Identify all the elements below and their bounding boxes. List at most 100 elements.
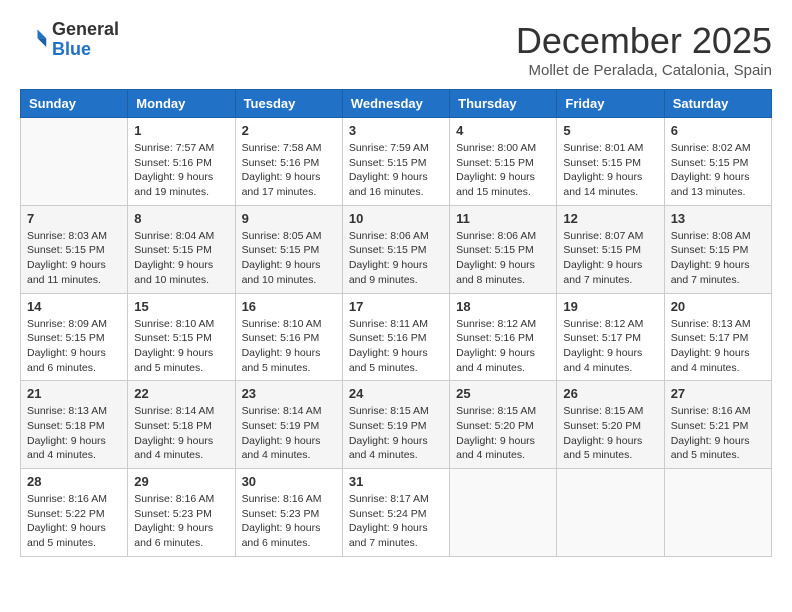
day-info: Sunrise: 8:00 AM Sunset: 5:15 PM Dayligh…	[456, 141, 550, 200]
day-info: Sunrise: 8:02 AM Sunset: 5:15 PM Dayligh…	[671, 141, 765, 200]
calendar-cell: 1 Sunrise: 7:57 AM Sunset: 5:16 PM Daylig…	[128, 118, 235, 206]
calendar-week-row: 28 Sunrise: 8:16 AM Sunset: 5:22 PM Dayli…	[21, 469, 772, 557]
day-info: Sunrise: 8:06 AM Sunset: 5:15 PM Dayligh…	[456, 229, 550, 288]
day-number: 20	[671, 299, 765, 314]
day-number: 15	[134, 299, 228, 314]
calendar-cell: 13 Sunrise: 8:08 AM Sunset: 5:15 PM Dayli…	[664, 205, 771, 293]
calendar-cell: 31 Sunrise: 8:17 AM Sunset: 5:24 PM Dayli…	[342, 469, 449, 557]
day-info: Sunrise: 8:16 AM Sunset: 5:21 PM Dayligh…	[671, 404, 765, 463]
day-number: 30	[242, 474, 336, 489]
calendar-week-row: 1 Sunrise: 7:57 AM Sunset: 5:16 PM Daylig…	[21, 118, 772, 206]
day-number: 27	[671, 386, 765, 401]
day-info: Sunrise: 8:12 AM Sunset: 5:17 PM Dayligh…	[563, 317, 657, 376]
calendar-cell: 24 Sunrise: 8:15 AM Sunset: 5:19 PM Dayli…	[342, 381, 449, 469]
day-info: Sunrise: 8:15 AM Sunset: 5:20 PM Dayligh…	[456, 404, 550, 463]
day-number: 13	[671, 211, 765, 226]
calendar-cell	[21, 118, 128, 206]
calendar-cell	[557, 469, 664, 557]
day-number: 9	[242, 211, 336, 226]
calendar-cell: 10Sunrise: 8:06 AM Sunset: 5:15 PM Dayli…	[342, 205, 449, 293]
day-number: 26	[563, 386, 657, 401]
title-area: December 2025 Mollet de Peralada, Catalo…	[516, 20, 772, 79]
day-info: Sunrise: 8:11 AM Sunset: 5:16 PM Dayligh…	[349, 317, 443, 376]
day-info: Sunrise: 8:14 AM Sunset: 5:19 PM Dayligh…	[242, 404, 336, 463]
day-number: 16	[242, 299, 336, 314]
day-number: 24	[349, 386, 443, 401]
calendar-cell: 18Sunrise: 8:12 AM Sunset: 5:16 PM Dayli…	[450, 293, 557, 381]
calendar-cell: 8Sunrise: 8:04 AM Sunset: 5:15 PM Daylig…	[128, 205, 235, 293]
day-info: Sunrise: 8:15 AM Sunset: 5:20 PM Dayligh…	[563, 404, 657, 463]
calendar-cell: 25 Sunrise: 8:15 AM Sunset: 5:20 PM Dayli…	[450, 381, 557, 469]
weekday-header: Wednesday	[342, 90, 449, 118]
calendar-cell: 9 Sunrise: 8:05 AM Sunset: 5:15 PM Daylig…	[235, 205, 342, 293]
calendar-cell	[450, 469, 557, 557]
day-number: 5	[563, 123, 657, 138]
day-info: Sunrise: 8:09 AM Sunset: 5:15 PM Dayligh…	[27, 317, 121, 376]
day-info: Sunrise: 8:08 AM Sunset: 5:15 PM Dayligh…	[671, 229, 765, 288]
calendar-cell: 3Sunrise: 7:59 AM Sunset: 5:15 PM Daylig…	[342, 118, 449, 206]
calendar-cell: 28 Sunrise: 8:16 AM Sunset: 5:22 PM Dayli…	[21, 469, 128, 557]
logo-blue: Blue	[52, 39, 91, 59]
day-info: Sunrise: 7:57 AM Sunset: 5:16 PM Dayligh…	[134, 141, 228, 200]
weekday-header: Sunday	[21, 90, 128, 118]
calendar-cell: 2Sunrise: 7:58 AM Sunset: 5:16 PM Daylig…	[235, 118, 342, 206]
day-number: 18	[456, 299, 550, 314]
calendar-cell: 7Sunrise: 8:03 AM Sunset: 5:15 PM Daylig…	[21, 205, 128, 293]
day-info: Sunrise: 8:16 AM Sunset: 5:22 PM Dayligh…	[27, 492, 121, 551]
calendar-week-row: 21Sunrise: 8:13 AM Sunset: 5:18 PM Dayli…	[21, 381, 772, 469]
weekday-header: Saturday	[664, 90, 771, 118]
logo-general: General	[52, 19, 119, 39]
calendar-cell: 15Sunrise: 8:10 AM Sunset: 5:15 PM Dayli…	[128, 293, 235, 381]
calendar-cell: 6 Sunrise: 8:02 AM Sunset: 5:15 PM Daylig…	[664, 118, 771, 206]
day-info: Sunrise: 8:05 AM Sunset: 5:15 PM Dayligh…	[242, 229, 336, 288]
day-number: 4	[456, 123, 550, 138]
calendar-cell: 21Sunrise: 8:13 AM Sunset: 5:18 PM Dayli…	[21, 381, 128, 469]
weekday-header: Tuesday	[235, 90, 342, 118]
day-info: Sunrise: 8:13 AM Sunset: 5:17 PM Dayligh…	[671, 317, 765, 376]
day-info: Sunrise: 8:01 AM Sunset: 5:15 PM Dayligh…	[563, 141, 657, 200]
day-number: 14	[27, 299, 121, 314]
day-info: Sunrise: 8:10 AM Sunset: 5:16 PM Dayligh…	[242, 317, 336, 376]
day-number: 17	[349, 299, 443, 314]
day-number: 7	[27, 211, 121, 226]
day-info: Sunrise: 8:16 AM Sunset: 5:23 PM Dayligh…	[134, 492, 228, 551]
calendar-cell: 4 Sunrise: 8:00 AM Sunset: 5:15 PM Daylig…	[450, 118, 557, 206]
calendar-cell: 30 Sunrise: 8:16 AM Sunset: 5:23 PM Dayli…	[235, 469, 342, 557]
location: Mollet de Peralada, Catalonia, Spain	[516, 62, 772, 79]
calendar-cell	[664, 469, 771, 557]
day-number: 11	[456, 211, 550, 226]
day-number: 12	[563, 211, 657, 226]
day-info: Sunrise: 8:04 AM Sunset: 5:15 PM Dayligh…	[134, 229, 228, 288]
day-number: 23	[242, 386, 336, 401]
logo: General Blue	[20, 20, 119, 60]
calendar-cell: 16 Sunrise: 8:10 AM Sunset: 5:16 PM Dayli…	[235, 293, 342, 381]
calendar-cell: 17 Sunrise: 8:11 AM Sunset: 5:16 PM Dayli…	[342, 293, 449, 381]
day-info: Sunrise: 7:58 AM Sunset: 5:16 PM Dayligh…	[242, 141, 336, 200]
weekday-header: Monday	[128, 90, 235, 118]
calendar-cell: 5 Sunrise: 8:01 AM Sunset: 5:15 PM Daylig…	[557, 118, 664, 206]
day-info: Sunrise: 8:06 AM Sunset: 5:15 PM Dayligh…	[349, 229, 443, 288]
calendar-cell: 11 Sunrise: 8:06 AM Sunset: 5:15 PM Dayli…	[450, 205, 557, 293]
day-number: 28	[27, 474, 121, 489]
page-header: General Blue December 2025 Mollet de Per…	[20, 20, 772, 79]
day-info: Sunrise: 8:07 AM Sunset: 5:15 PM Dayligh…	[563, 229, 657, 288]
day-number: 1	[134, 123, 228, 138]
day-info: Sunrise: 8:17 AM Sunset: 5:24 PM Dayligh…	[349, 492, 443, 551]
day-number: 6	[671, 123, 765, 138]
day-number: 3	[349, 123, 443, 138]
weekday-header-row: SundayMondayTuesdayWednesdayThursdayFrid…	[21, 90, 772, 118]
day-info: Sunrise: 8:13 AM Sunset: 5:18 PM Dayligh…	[27, 404, 121, 463]
day-number: 29	[134, 474, 228, 489]
calendar-cell: 22Sunrise: 8:14 AM Sunset: 5:18 PM Dayli…	[128, 381, 235, 469]
day-info: Sunrise: 8:16 AM Sunset: 5:23 PM Dayligh…	[242, 492, 336, 551]
day-number: 22	[134, 386, 228, 401]
weekday-header: Thursday	[450, 90, 557, 118]
day-number: 25	[456, 386, 550, 401]
day-info: Sunrise: 8:15 AM Sunset: 5:19 PM Dayligh…	[349, 404, 443, 463]
calendar-cell: 23 Sunrise: 8:14 AM Sunset: 5:19 PM Dayli…	[235, 381, 342, 469]
calendar-cell: 26 Sunrise: 8:15 AM Sunset: 5:20 PM Dayli…	[557, 381, 664, 469]
calendar-week-row: 14 Sunrise: 8:09 AM Sunset: 5:15 PM Dayli…	[21, 293, 772, 381]
day-number: 31	[349, 474, 443, 489]
month-title: December 2025	[516, 20, 772, 62]
calendar-cell: 14 Sunrise: 8:09 AM Sunset: 5:15 PM Dayli…	[21, 293, 128, 381]
